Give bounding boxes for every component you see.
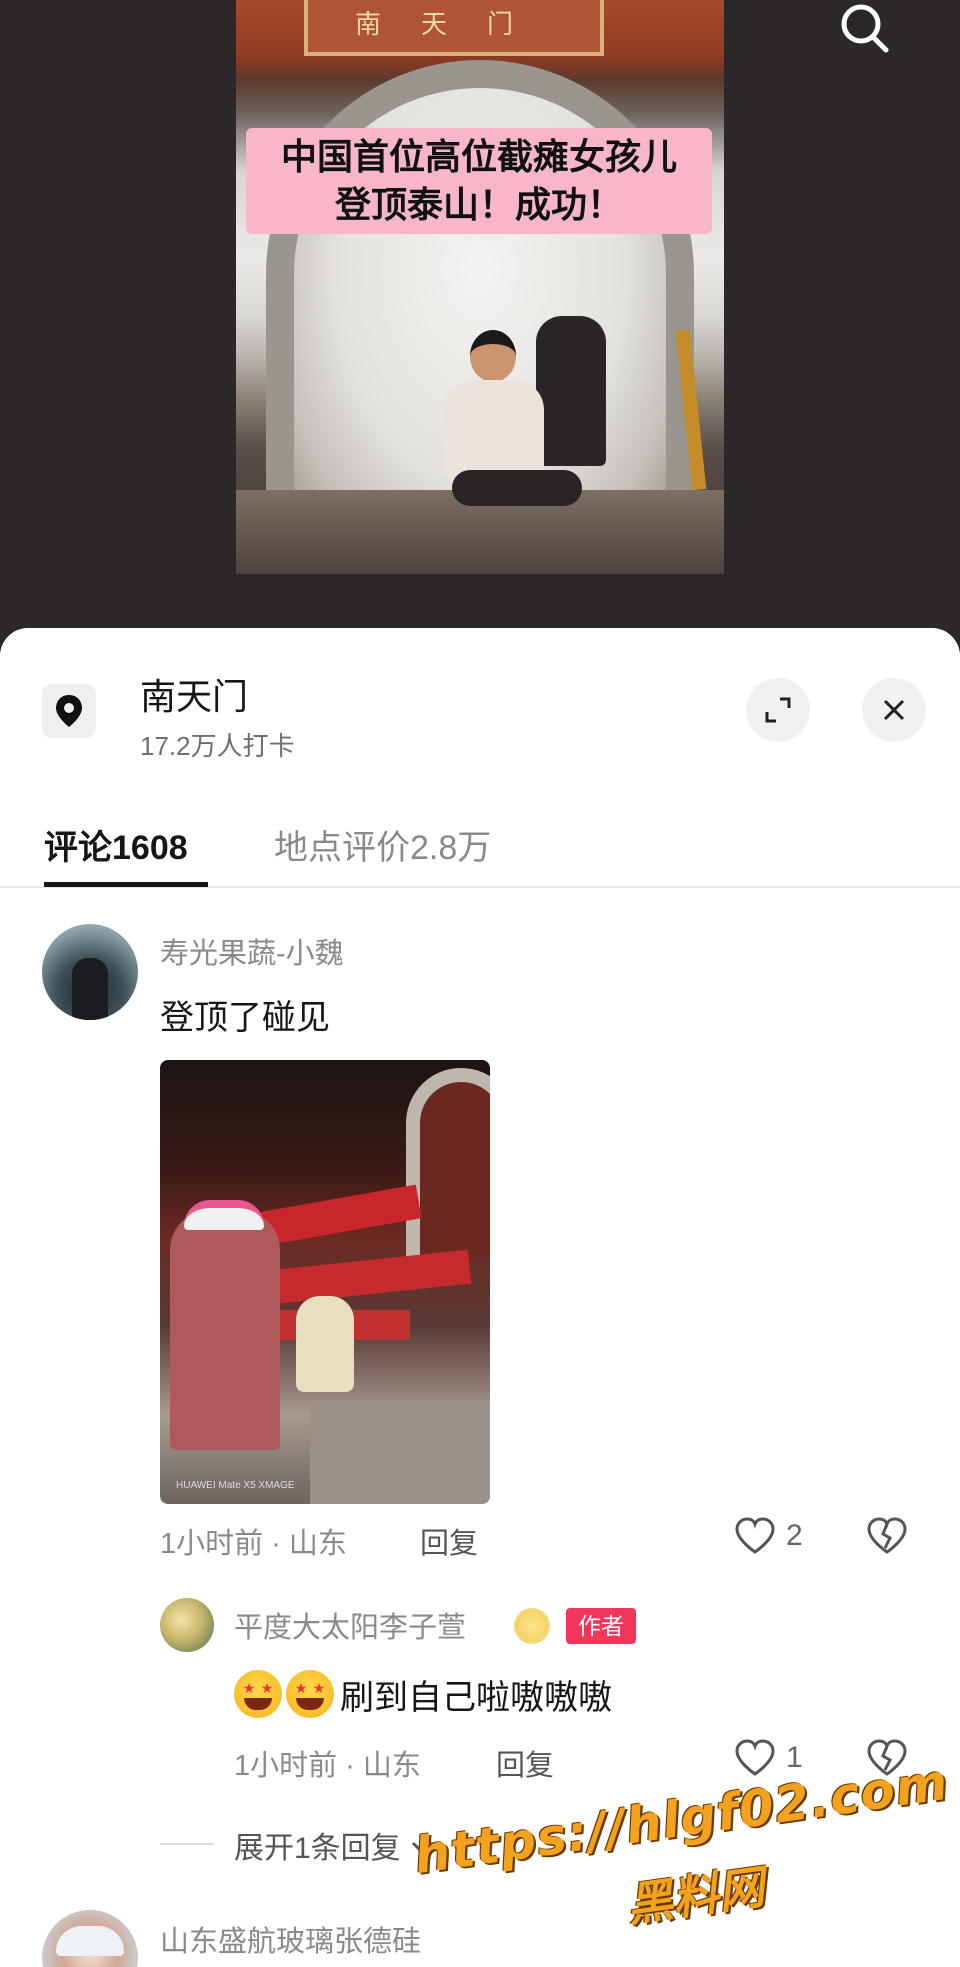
author-badge: 作者 xyxy=(566,1608,636,1644)
location-pin-icon xyxy=(42,684,96,738)
photo-watermark: HUAWEI Mate X5 XMAGE xyxy=(176,1480,295,1491)
avatar[interactable] xyxy=(42,924,138,1020)
broken-heart-icon xyxy=(867,1517,907,1554)
close-icon xyxy=(883,699,905,721)
comment-photo[interactable]: HUAWEI Mate X5 XMAGE xyxy=(160,1060,490,1504)
reply-username[interactable]: 平度大太阳李子萱 xyxy=(234,1604,466,1646)
reply-button[interactable]: 回复 xyxy=(496,1742,554,1784)
close-button[interactable] xyxy=(862,678,926,742)
gate-plaque: 南天门 xyxy=(304,0,604,56)
active-tab-indicator xyxy=(44,882,208,887)
like-button[interactable]: 2 xyxy=(734,1516,803,1556)
expand-icon xyxy=(765,697,791,723)
tab-bar: 评论1608 地点评价2.8万 xyxy=(0,808,960,888)
like-button[interactable]: 1 xyxy=(734,1738,803,1778)
reply-button[interactable]: 回复 xyxy=(420,1520,478,1562)
comment-username[interactable]: 寿光果蔬-小魏 xyxy=(160,930,344,972)
star-struck-emoji-icon: ★ ★ xyxy=(234,1670,282,1718)
expand-button[interactable] xyxy=(746,678,810,742)
expand-replies-label: 展开1条回复 xyxy=(234,1832,401,1865)
like-count: 1 xyxy=(786,1741,803,1774)
expand-divider xyxy=(160,1843,214,1845)
checkin-count: 17.2万人打卡 xyxy=(140,731,295,761)
reply-text: 刷到自己啦嗷嗷嗷 xyxy=(340,1679,612,1717)
heart-icon xyxy=(735,1517,775,1554)
reply-meta: 1小时前 · 山东 xyxy=(234,1750,421,1782)
video-player[interactable]: 南天门 中国首位高位截瘫女孩儿 登顶泰山！成功！ xyxy=(0,0,960,640)
comment-username[interactable]: 山东盛航玻璃张德硅 xyxy=(160,1918,421,1960)
heart-icon xyxy=(735,1739,775,1776)
location-sheet: 南天门 17.2万人打卡 评论1608 地点评价2.8万 寿光果蔬-小魏 登顶了… xyxy=(0,628,960,1967)
tab-comments[interactable]: 评论1608 xyxy=(44,820,208,887)
comment-text: 登顶了碰见 xyxy=(160,999,330,1037)
expand-replies-button[interactable]: 展开1条回复 xyxy=(234,1823,437,1867)
search-icon[interactable] xyxy=(834,0,894,56)
place-name[interactable]: 南天门 xyxy=(140,668,248,720)
dislike-button[interactable] xyxy=(866,1516,908,1560)
girl-figure xyxy=(440,330,582,506)
tab-reviews[interactable]: 地点评价2.8万 xyxy=(274,820,491,869)
video-caption: 中国首位高位截瘫女孩儿 登顶泰山！成功！ xyxy=(246,128,712,234)
worker-figure xyxy=(536,316,606,466)
tab-comments-label: 评论1608 xyxy=(44,829,188,867)
sun-emoji-icon xyxy=(514,1608,550,1644)
avatar[interactable] xyxy=(42,1910,138,1967)
comment-meta: 1小时前 · 山东 xyxy=(160,1528,347,1560)
reply-avatar[interactable] xyxy=(160,1598,214,1652)
like-count: 2 xyxy=(786,1519,803,1552)
video-frame: 南天门 中国首位高位截瘫女孩儿 登顶泰山！成功！ xyxy=(236,0,724,574)
star-struck-emoji-icon: ★ ★ xyxy=(286,1670,334,1718)
